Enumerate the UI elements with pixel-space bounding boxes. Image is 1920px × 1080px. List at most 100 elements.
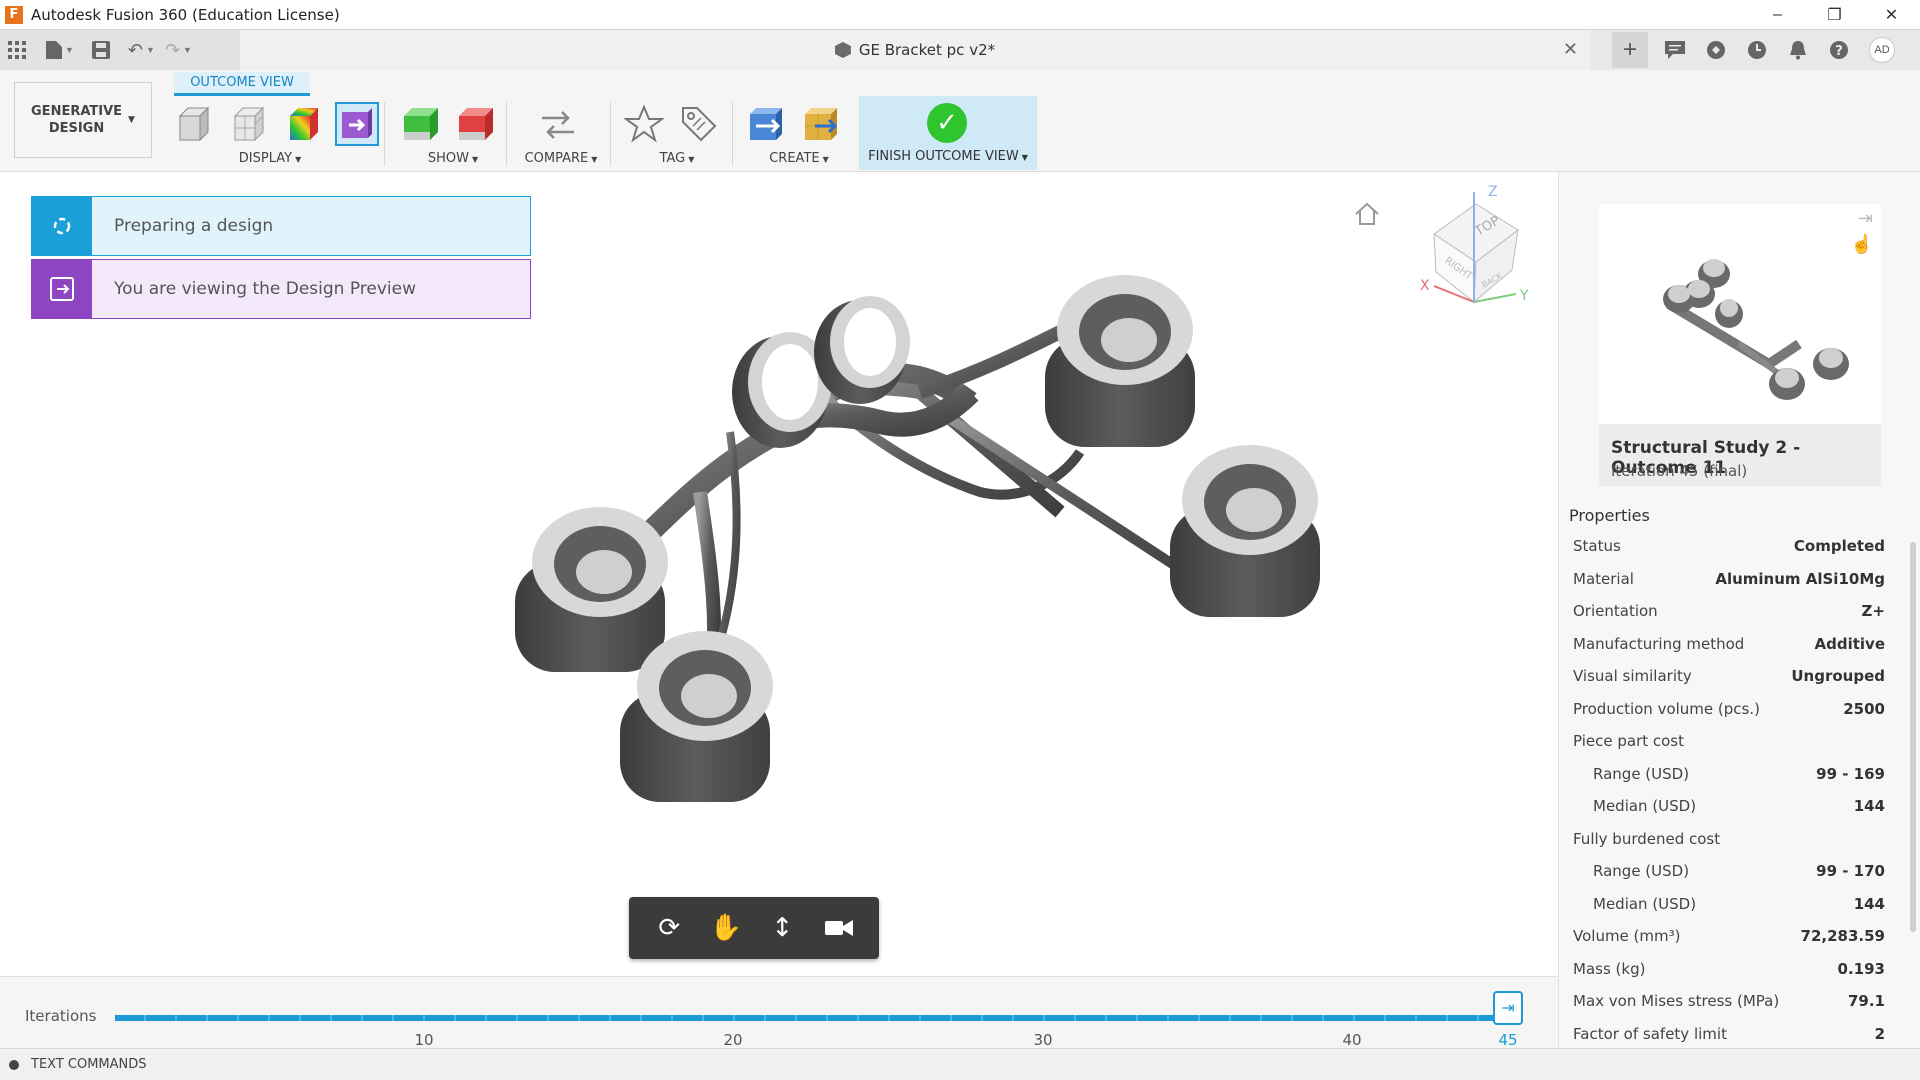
window-title: Autodesk Fusion 360 (Education License) (31, 5, 340, 24)
window-controls: – ❐ ✕ (1749, 0, 1920, 29)
property-row: Fully burdened cost (1573, 829, 1721, 848)
document-cube-icon (834, 42, 851, 58)
minimize-button[interactable]: – (1749, 0, 1806, 29)
compare-group-label[interactable]: COMPARE ▼ (516, 151, 606, 166)
title-bar: F Autodesk Fusion 360 (Education License… (0, 0, 1920, 29)
canvas-viewport[interactable]: Preparing a design You are viewing the D… (0, 172, 1558, 976)
viewcube[interactable]: TOP RIGHT BACK X Y Z (1396, 182, 1536, 312)
create-group-label[interactable]: CREATE ▼ (744, 151, 854, 166)
design-preview-text: You are viewing the Design Preview (114, 279, 417, 299)
pan-hand-icon[interactable]: ✋ (706, 908, 746, 948)
workspace-switcher-button[interactable]: GENERATIVE DESIGN ▼ (14, 82, 152, 158)
solid-display-icon[interactable] (170, 102, 214, 146)
stress-display-icon[interactable] (280, 102, 324, 146)
display-group: DISPLAY ▼ (170, 100, 379, 170)
generative-bracket-model[interactable] (500, 242, 1360, 862)
boss-top-right (1045, 275, 1195, 447)
property-row: Median (USD) 144 (1593, 894, 1885, 913)
orbit-icon[interactable]: ⟳ (649, 908, 689, 948)
display-group-label[interactable]: DISPLAY ▼ (170, 151, 370, 166)
create-tools (744, 102, 854, 146)
properties-list: Status Completed Material Aluminum AlSi10M… (1559, 530, 1899, 1050)
property-row: Mass (kg) 0.193 (1573, 959, 1885, 978)
preparing-design-notice: Preparing a design (31, 196, 531, 256)
tab-outcome-view[interactable]: OUTCOME VIEW (174, 72, 310, 96)
close-window-button[interactable]: ✕ (1863, 0, 1920, 29)
save-icon[interactable] (91, 32, 110, 68)
undo-icon[interactable]: ↶ ▼ (128, 32, 155, 68)
iterations-label: Iterations (25, 1007, 97, 1025)
text-commands-dot-icon (9, 1059, 19, 1070)
restore-button[interactable]: ❐ (1806, 0, 1863, 29)
show-group-label[interactable]: SHOW ▼ (398, 151, 508, 166)
svg-text:?: ? (1835, 44, 1843, 59)
z-axis-label: Z (1488, 184, 1498, 200)
tag-label-icon[interactable] (677, 102, 721, 146)
property-row: Piece part cost (1573, 732, 1685, 750)
ribbon-separator (506, 102, 507, 166)
toolbar-ribbon: GENERATIVE DESIGN ▼ OUTCOME VIEW DISPLAY ▼ (0, 70, 1920, 172)
property-row: Range (USD) 99 - 169 (1593, 764, 1885, 783)
finish-outcome-view-button[interactable]: ✓ FINISH OUTCOME VIEW ▼ (859, 96, 1037, 170)
tick-30: 30 (1033, 1031, 1053, 1049)
property-row: Manufacturing method Additive (1573, 634, 1885, 653)
chevron-down-icon: ▼ (128, 114, 135, 125)
preview-display-icon[interactable] (335, 102, 379, 146)
tick-current-45: 45 (1498, 1031, 1518, 1049)
property-row: Production volume (pcs.) 2500 (1573, 699, 1885, 718)
comments-icon[interactable] (1654, 32, 1695, 68)
star-favorite-icon[interactable] (622, 102, 666, 146)
panel-scrollbar[interactable] (1910, 542, 1916, 932)
mesh-display-icon[interactable] (225, 102, 269, 146)
text-commands-label: TEXT COMMANDS (31, 1057, 147, 1072)
camera-icon[interactable] (819, 908, 859, 948)
checkmark-icon: ✓ (927, 103, 967, 143)
property-row: Material Aluminum AlSi10Mg (1573, 569, 1885, 588)
ribbon-separator (732, 102, 733, 166)
y-axis-label: Y (1519, 288, 1529, 304)
compare-group: COMPARE ▼ (516, 100, 606, 170)
home-view-icon[interactable] (1353, 200, 1381, 228)
quick-access-toolbar: ▼ ↶ ▼ ↷ ▼ GE Bracket pc v2* ✕ + ? AD (0, 29, 1920, 70)
show-preserve-icon[interactable] (398, 102, 442, 146)
navigation-bar: ⟳ ✋ ↕ (629, 897, 879, 959)
property-row: Volume (mm³) 72,283.59 (1573, 927, 1885, 945)
outcome-card[interactable]: ⇥ ☝ Structural Study 2 - Outcome 11 Iter… (1599, 204, 1881, 486)
text-commands-bar[interactable]: TEXT COMMANDS (0, 1048, 1920, 1080)
qat-right: + ? AD (1612, 30, 1895, 70)
like-thumb-icon[interactable]: ☝ (1851, 234, 1873, 255)
preview-arrow-icon (32, 260, 92, 318)
iterations-timeline: Iterations 10 20 30 40 45 ⇥ (0, 976, 1558, 1049)
export-to-design-icon[interactable] (744, 102, 788, 146)
show-obstacle-icon[interactable] (453, 102, 497, 146)
zoom-arrows-icon[interactable]: ↕ (762, 908, 802, 948)
file-menu-icon[interactable]: ▼ (46, 32, 74, 68)
job-status-clock-icon[interactable] (1736, 32, 1777, 68)
data-panel-grid-icon[interactable] (8, 32, 26, 68)
property-row: Median (USD) 144 (1593, 797, 1885, 815)
close-tab-icon[interactable]: ✕ (1563, 39, 1578, 60)
redo-icon[interactable]: ↷ ▼ (165, 32, 192, 68)
notifications-bell-icon[interactable] (1777, 32, 1818, 68)
property-row: Factor of safety limit 2 (1573, 1024, 1885, 1043)
user-avatar[interactable]: AD (1869, 37, 1895, 63)
new-tab-plus-icon[interactable]: + (1612, 32, 1648, 68)
open-outcome-icon[interactable]: ⇥ (1858, 208, 1873, 229)
iterations-slider[interactable] (115, 1015, 1495, 1021)
help-icon[interactable]: ? (1818, 32, 1859, 68)
display-tools (170, 102, 390, 146)
tick-40: 40 (1342, 1031, 1362, 1049)
compare-arrows-icon[interactable] (536, 102, 580, 146)
show-tools (398, 102, 508, 146)
tag-group-label[interactable]: TAG ▼ (622, 151, 732, 166)
tick-20: 20 (723, 1031, 743, 1049)
x-axis-label: X (1420, 278, 1430, 294)
property-row: Status Completed (1573, 537, 1885, 555)
extensions-icon[interactable] (1695, 32, 1736, 68)
export-mesh-icon[interactable] (799, 102, 843, 146)
document-tab[interactable]: GE Bracket pc v2* ✕ (240, 30, 1590, 70)
property-row: Orientation Z+ (1573, 602, 1885, 620)
outcome-properties-panel: ⇥ ☝ Structural Study 2 - Outcome 11 Iter… (1558, 172, 1920, 1048)
fusion-logo-icon: F (5, 5, 23, 24)
iteration-marker-icon[interactable]: ⇥ (1493, 991, 1523, 1025)
